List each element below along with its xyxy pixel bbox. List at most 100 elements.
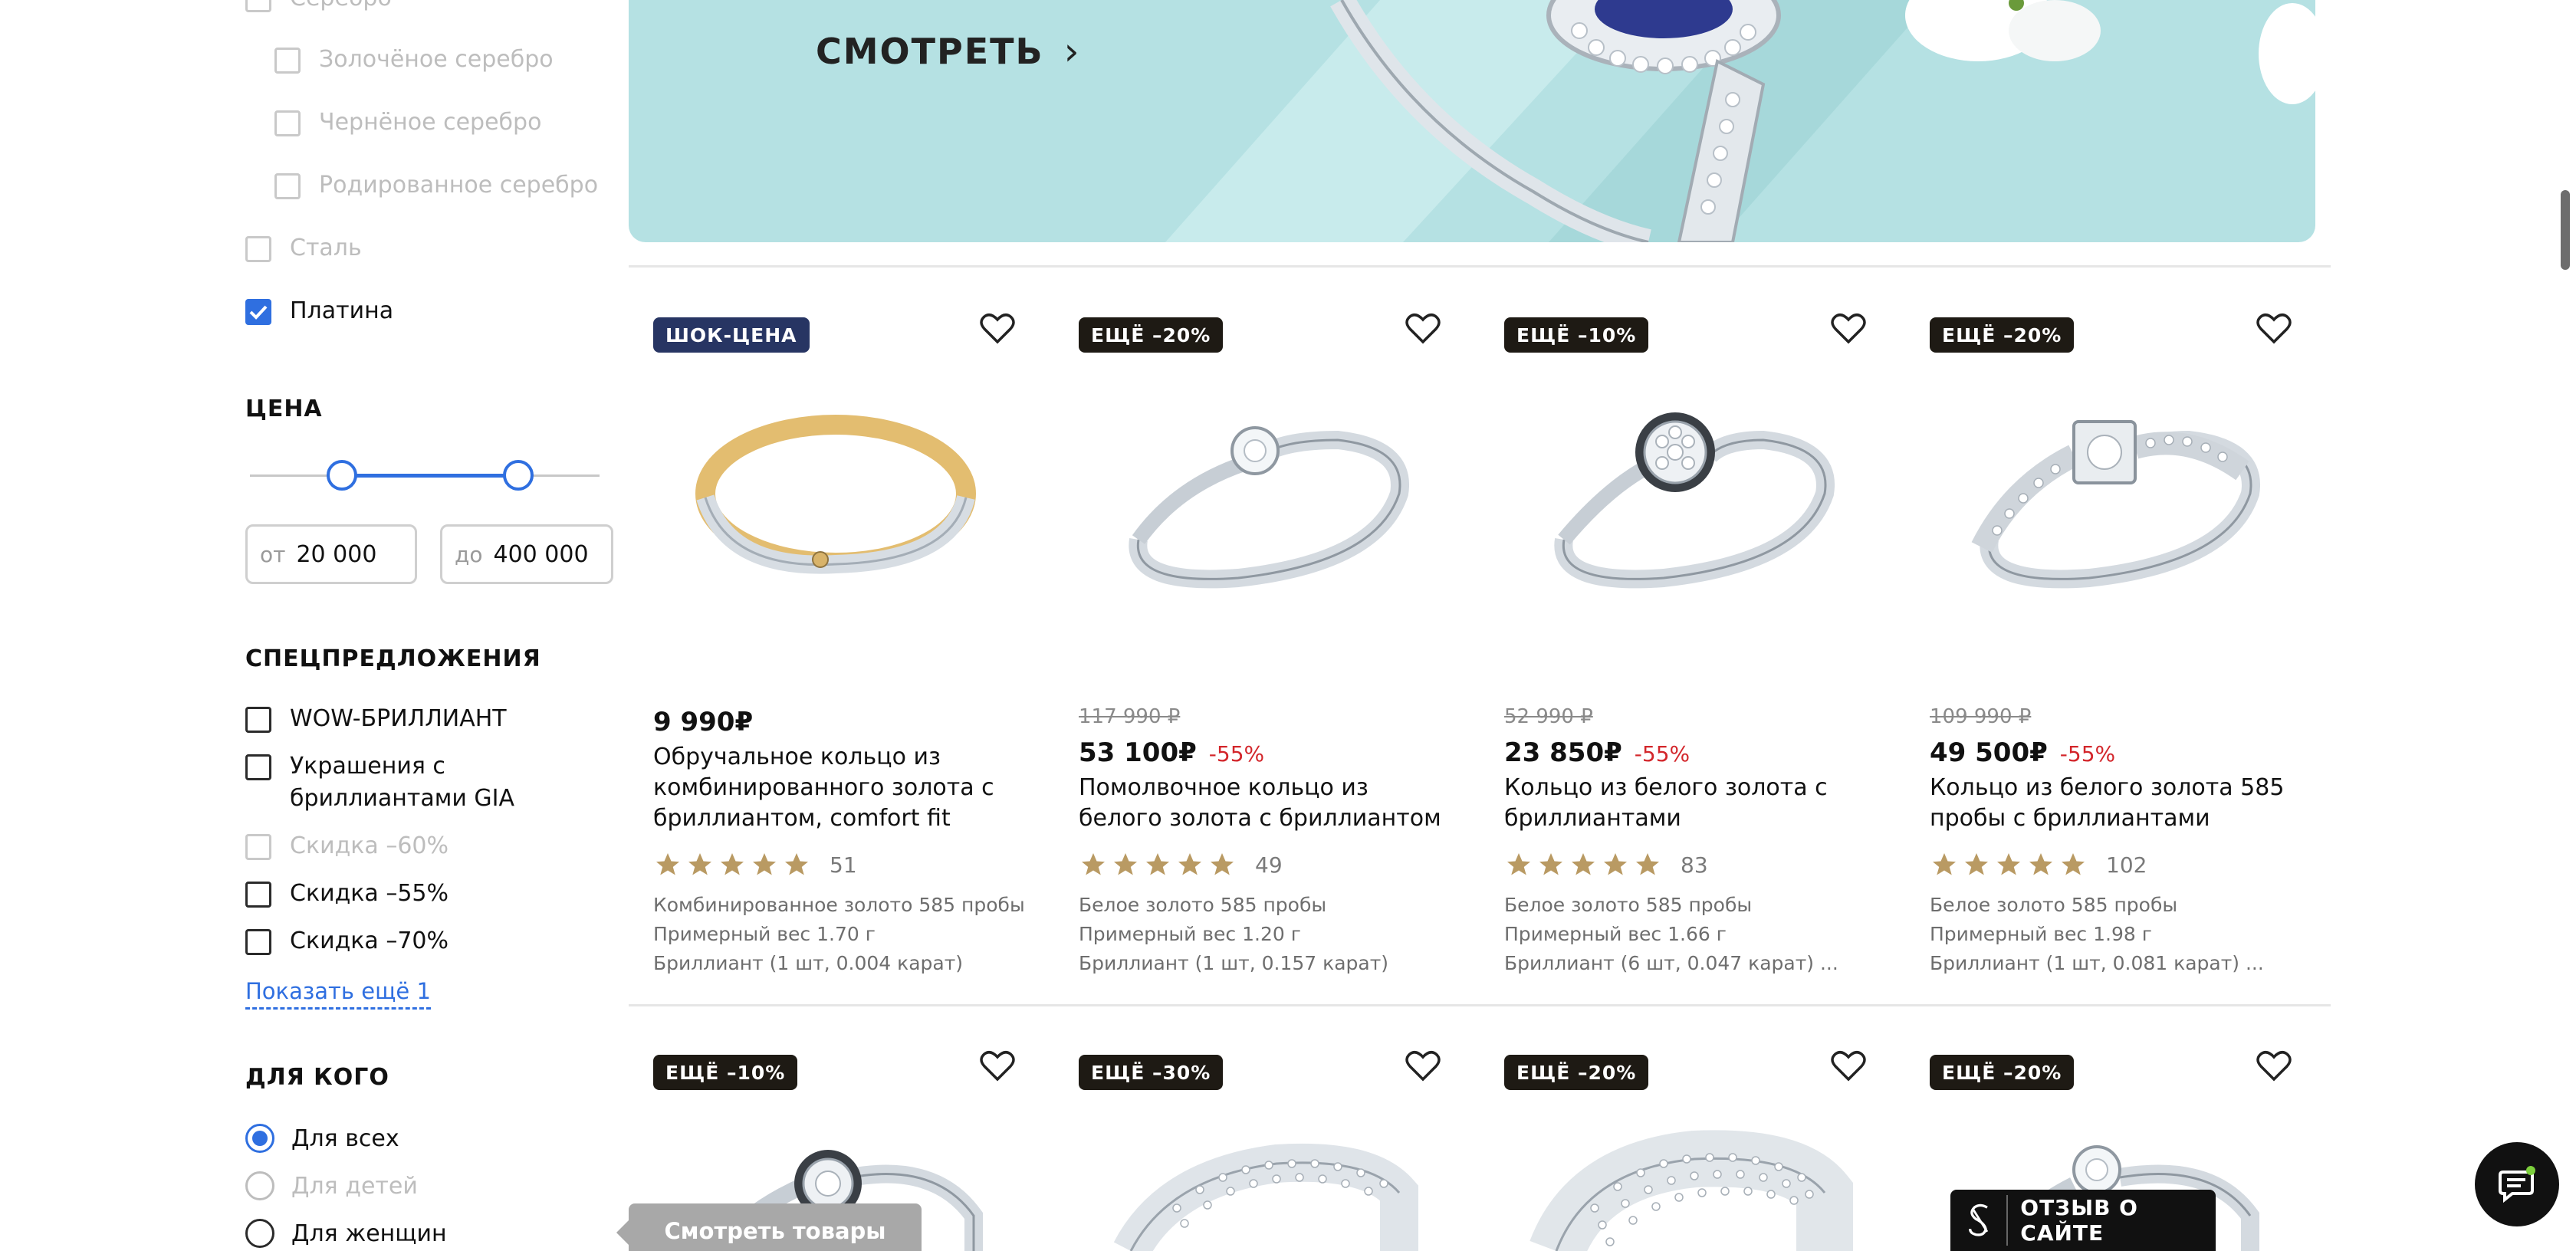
price-slider-min-handle[interactable] (327, 460, 357, 491)
radio-for-children[interactable]: Для детей (245, 1171, 418, 1200)
checkbox[interactable] (245, 882, 271, 908)
star-icon (1965, 853, 1988, 875)
extra-discount-badge: ЕЩЁ –20% (1504, 1055, 1649, 1090)
heart-icon[interactable] (1831, 313, 1866, 345)
promo-banner[interactable]: СМОТРЕТЬ › (629, 0, 2315, 242)
product-image[interactable] (1510, 356, 1863, 601)
checkbox-label: Скидка –60% (290, 832, 449, 859)
view-goods-button[interactable]: Смотреть товары (616, 1203, 922, 1251)
heart-icon[interactable] (1831, 1050, 1866, 1082)
heart-icon[interactable] (2256, 1050, 2292, 1082)
filter-metal-gilded-silver[interactable]: Золочёное серебро (274, 46, 554, 76)
scrollbar-thumb[interactable] (2561, 190, 2570, 270)
checkbox[interactable] (245, 834, 271, 860)
extra-discount-badge: ЕЩЁ –30% (1079, 1055, 1224, 1090)
star-icon (1146, 853, 1169, 875)
price-block: 53 100₽ -55% (1079, 737, 1264, 768)
checkbox[interactable] (245, 754, 271, 780)
filter-metal-silver[interactable]: Серебро (245, 0, 392, 15)
product-name[interactable]: Кольцо из белого золота с бриллиантами (1504, 773, 1872, 834)
product-name[interactable]: Кольцо из белого золота 585 пробы с брил… (1930, 773, 2298, 834)
product-rating: 51 (653, 851, 857, 878)
filter-special-gia[interactable]: Украшения с бриллиантами GIA (245, 753, 543, 815)
price-to-field[interactable]: до (440, 524, 613, 584)
extra-discount-badge: ЕЩЁ –20% (1930, 1055, 2075, 1090)
checkbox[interactable] (245, 707, 271, 733)
price-slider-max-handle[interactable] (503, 460, 534, 491)
checkbox-checked[interactable] (245, 299, 271, 325)
product-weight: Примерный вес 1.70 г (653, 923, 876, 945)
product-metal: Белое золото 585 пробы (1079, 894, 1327, 916)
checkbox[interactable] (274, 110, 301, 136)
price-slider-range (342, 474, 518, 478)
heart-icon[interactable] (1405, 1050, 1441, 1082)
price-from-field[interactable]: от (245, 524, 417, 584)
checkbox[interactable] (245, 0, 271, 12)
product-image[interactable] (1085, 1093, 1438, 1251)
checkbox-label: Украшения с бриллиантами GIA (290, 753, 515, 812)
radio-for-all[interactable]: Для всех (245, 1124, 399, 1153)
checkbox-label: Чернёное серебро (319, 109, 542, 136)
radio-button[interactable] (245, 1171, 274, 1200)
star-icon (1572, 853, 1595, 875)
radio-button[interactable] (245, 1219, 274, 1248)
extra-discount-badge: ЕЩЁ –10% (1504, 317, 1649, 353)
checkbox[interactable] (245, 236, 271, 262)
price-block: 9 990₽ (653, 707, 753, 737)
filter-special-wow[interactable]: WOW-БРИЛЛИАНТ (245, 705, 507, 735)
filter-metal-rhodium-silver[interactable]: Родированное серебро (274, 172, 598, 202)
chevron-right-icon: › (1063, 29, 1081, 74)
checkbox[interactable] (274, 173, 301, 199)
product-weight: Примерный вес 1.66 г (1504, 923, 1727, 945)
filter-metal-blackened-silver[interactable]: Чернёное серебро (274, 109, 542, 139)
heart-icon[interactable] (980, 1050, 1015, 1082)
old-price: 52 990 ₽ (1504, 705, 1593, 728)
site-review-button[interactable]: ОТЗЫВ О САЙТЕ (1950, 1190, 2216, 1251)
checkbox-label: Сталь (290, 235, 362, 261)
price-to-input[interactable] (493, 540, 601, 568)
price-block: 49 500₽ -55% (1930, 737, 2115, 768)
old-price: 109 990 ₽ (1930, 705, 2032, 728)
star-icon (753, 853, 776, 875)
radio-label: Для всех (291, 1125, 399, 1152)
checkbox-label: Золочёное серебро (319, 46, 554, 73)
heart-icon[interactable] (980, 313, 1015, 345)
filter-special-sale-60[interactable]: Скидка –60% (245, 832, 449, 862)
heart-icon[interactable] (1405, 313, 1441, 345)
heart-icon[interactable] (2256, 313, 2292, 345)
discount-percent: -55% (1208, 741, 1265, 767)
product-image[interactable] (1936, 356, 2288, 601)
product-weight: Примерный вес 1.98 г (1930, 923, 2152, 945)
product-image[interactable] (1510, 1093, 1863, 1251)
extra-discount-badge: ЕЩЁ –20% (1079, 317, 1224, 353)
price-filter-title: ЦЕНА (245, 396, 323, 422)
radio-for-women[interactable]: Для женщин (245, 1219, 447, 1248)
checkbox-label: Скидка –55% (290, 880, 449, 907)
star-icon (1082, 853, 1105, 875)
site-review-label: ОТЗЫВ О САЙТЕ (2006, 1195, 2216, 1246)
product-image[interactable] (659, 356, 1012, 601)
chat-widget-button[interactable] (2475, 1142, 2559, 1226)
product-name[interactable]: Обручальное кольцо из комбинированного з… (653, 742, 1021, 834)
review-count: 83 (1681, 852, 1708, 878)
price-from-input[interactable] (296, 540, 404, 568)
checkbox[interactable] (274, 48, 301, 74)
product-price: 53 100₽ (1079, 737, 1197, 768)
radio-button[interactable] (245, 1124, 274, 1153)
filter-metal-platinum[interactable]: Платина (245, 297, 393, 327)
checkbox-label: WOW-БРИЛЛИАНТ (290, 705, 507, 732)
filter-sidebar: Серебро Золочёное серебро Чернёное сереб… (0, 0, 613, 1251)
specials-filter-title: СПЕЦПРЕДЛОЖЕНИЯ (245, 645, 541, 672)
star-icon (1178, 853, 1201, 875)
star-icon (2062, 853, 2085, 875)
product-price: 9 990₽ (653, 707, 754, 737)
show-more-link[interactable]: Показать ещё 1 (245, 978, 431, 1010)
product-image[interactable] (1085, 356, 1438, 601)
checkbox[interactable] (245, 929, 271, 955)
discount-percent: -55% (1634, 741, 1691, 767)
product-name[interactable]: Помолвочное кольцо из белого золота с бр… (1079, 773, 1447, 834)
filter-special-sale-70[interactable]: Скидка –70% (245, 928, 449, 957)
filter-special-sale-55[interactable]: Скидка –55% (245, 880, 449, 910)
banner-view-button[interactable]: СМОТРЕТЬ › (816, 29, 1081, 74)
filter-metal-steel[interactable]: Сталь (245, 235, 362, 264)
